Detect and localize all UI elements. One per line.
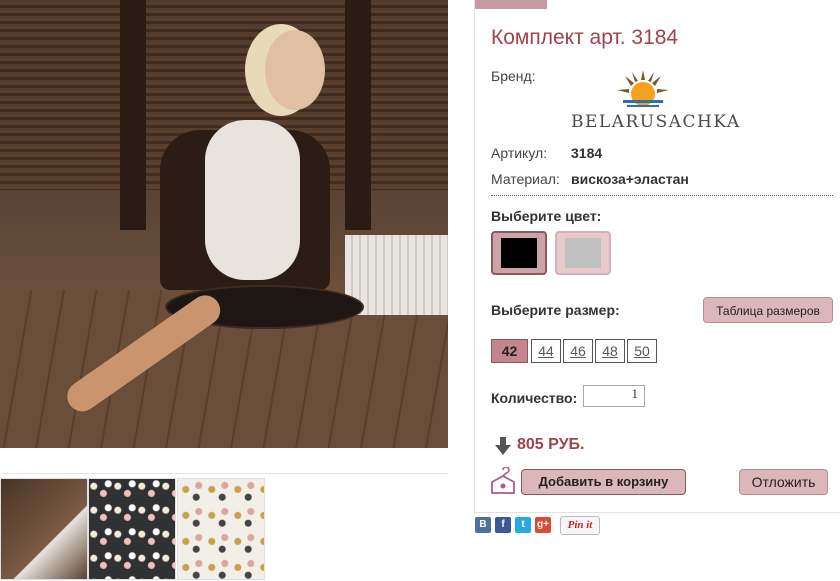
main-product-photo[interactable] <box>0 0 448 448</box>
color-swatch-black[interactable] <box>491 231 547 275</box>
brand-label: Бренд: <box>491 68 536 84</box>
size-option-42[interactable]: 42 <box>491 339 528 363</box>
hanger-cart-icon <box>491 467 515 494</box>
color-swatch-gray[interactable] <box>555 231 611 275</box>
material-label: Материал: <box>491 171 560 187</box>
material-value: вискоза+эластан <box>571 171 689 187</box>
color-swatch-fill <box>565 238 601 268</box>
photo-model-body <box>205 120 300 280</box>
color-swatch-fill <box>501 238 537 268</box>
quantity-input[interactable]: 1 <box>583 385 645 407</box>
size-option-46[interactable]: 46 <box>563 339 593 363</box>
vk-icon[interactable]: В <box>475 517 491 533</box>
panel-tab[interactable] <box>475 0 547 9</box>
photo-model-head <box>265 30 325 110</box>
photo-column <box>120 0 146 230</box>
photo-column <box>345 0 371 230</box>
size-option-44[interactable]: 44 <box>531 339 561 363</box>
google-plus-icon[interactable]: g+ <box>535 517 551 533</box>
article-value: 3184 <box>571 145 603 161</box>
size-label: Выберите размер: <box>491 302 620 318</box>
thumbnail-model[interactable] <box>0 478 88 580</box>
brand-logo-text: BELARUSACHKA <box>571 112 741 132</box>
sun-icon <box>617 70 669 107</box>
facebook-icon[interactable]: f <box>495 517 511 533</box>
product-title: Комплект арт. 3184 <box>491 26 679 49</box>
thumbnail-fabric-dark[interactable] <box>88 478 176 580</box>
divider <box>491 195 833 196</box>
pinterest-button[interactable]: Pin it <box>560 516 600 535</box>
quantity-label: Количество: <box>491 390 578 406</box>
price: 805 РУБ. <box>517 436 585 453</box>
color-label: Выберите цвет: <box>491 208 602 224</box>
product-info-panel: Комплект арт. 3184 Бренд: BELARUSACHKA А… <box>474 0 840 513</box>
twitter-icon[interactable]: t <box>515 517 531 533</box>
thumbnail-divider <box>0 473 448 474</box>
save-for-later-button[interactable]: Отложить <box>739 469 828 495</box>
size-option-48[interactable]: 48 <box>595 339 625 363</box>
article-label: Артикул: <box>491 145 548 161</box>
brand-logo[interactable]: BELARUSACHKA <box>571 68 741 134</box>
thumbnail-fabric-light[interactable] <box>177 478 265 580</box>
size-table-button[interactable]: Таблица размеров <box>703 297 833 323</box>
add-to-cart-button[interactable]: Добавить в корзину <box>521 469 686 495</box>
size-option-50[interactable]: 50 <box>627 339 657 363</box>
arrow-down-icon <box>495 437 511 455</box>
